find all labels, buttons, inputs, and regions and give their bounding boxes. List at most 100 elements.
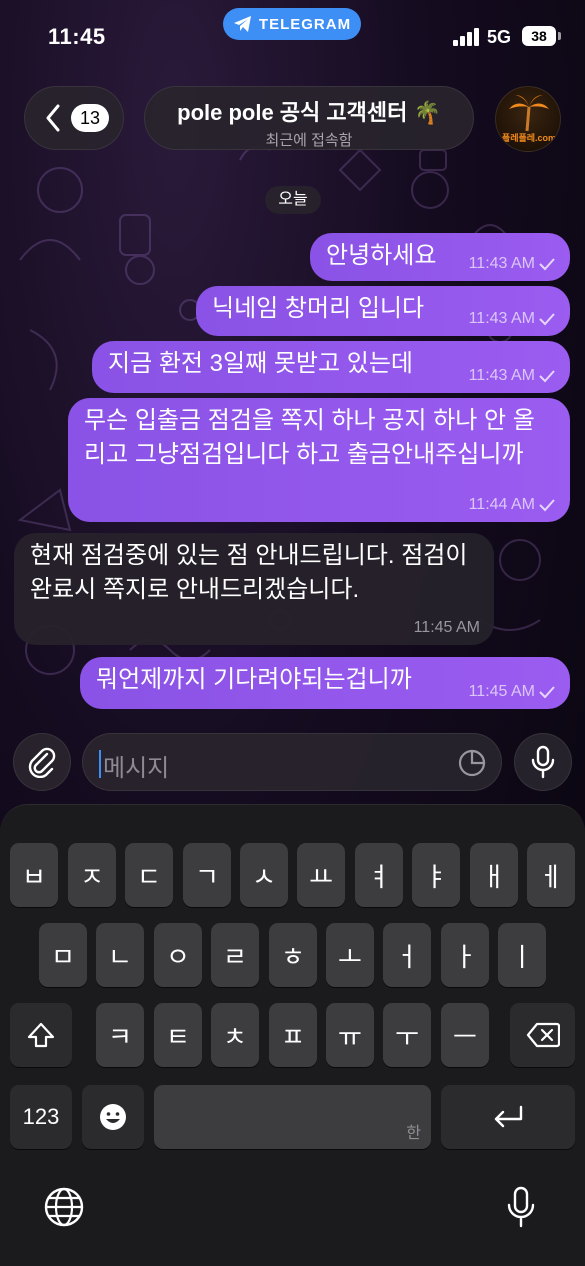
message-meta: 11:43 AM	[469, 367, 556, 385]
key[interactable]: ㄹ	[211, 923, 259, 987]
key-label: ㅡ	[453, 1021, 477, 1052]
key[interactable]: ㅈ	[68, 843, 116, 907]
key[interactable]: ㅕ	[355, 843, 403, 907]
sticker-icon[interactable]	[457, 748, 487, 778]
return-key[interactable]	[441, 1085, 575, 1149]
key-label: ㅊ	[223, 1021, 247, 1052]
key-label: ㅁ	[51, 941, 75, 972]
key[interactable]: ㅇ	[154, 923, 202, 987]
key[interactable]: ㅑ	[412, 843, 460, 907]
message-time: 11:45 AM	[468, 683, 535, 700]
key[interactable]: ㅡ	[441, 1003, 489, 1067]
chat-title-header[interactable]: pole pole 공식 고객센터 🌴 최근에 접속함	[144, 86, 474, 150]
microphone-icon	[531, 745, 555, 779]
key-label: ㅍ	[281, 1021, 305, 1052]
message-text: 현재 점검중에 있는 점 안내드립니다. 점검이 완료시 쪽지로 안내드리겠습니…	[30, 542, 468, 603]
network-type: 5G	[487, 27, 512, 47]
key[interactable]: ㅓ	[383, 923, 431, 987]
key[interactable]: ㄱ	[183, 843, 231, 907]
key[interactable]: ㅐ	[470, 843, 518, 907]
message-text: 뭐언제까지 기다려야되는겁니까	[96, 666, 412, 693]
chat-avatar[interactable]: 폴레폴레.com	[495, 86, 561, 152]
cell-signal-icon	[453, 28, 481, 46]
space-key[interactable]: 한	[154, 1085, 431, 1149]
date-separator: 오늘	[265, 186, 321, 214]
key-label: ㅛ	[309, 861, 333, 892]
chat-name: pole pole 공식 고객센터 🌴	[177, 100, 441, 125]
key-label: ㄹ	[223, 941, 247, 972]
microphone-icon	[507, 1186, 535, 1228]
message-time: 11:43 AM	[468, 367, 535, 384]
status-bar: 11:45 TELEGRAM 5G 38	[0, 0, 585, 70]
key[interactable]: ㄴ	[96, 923, 144, 987]
dictation-button[interactable]	[497, 1181, 545, 1233]
key-label: ㅋ	[108, 1021, 132, 1052]
key[interactable]: ㅏ	[441, 923, 489, 987]
message-time: 11:44 AM	[468, 496, 535, 513]
message-bubble-outgoing[interactable]: 안녕하세요 11:43 AM	[310, 233, 570, 281]
key-label: ㄴ	[108, 941, 132, 972]
unread-count-badge: 13	[71, 104, 109, 132]
key[interactable]: ㅌ	[154, 1003, 202, 1067]
key[interactable]: ㅛ	[297, 843, 345, 907]
read-check-icon	[539, 370, 555, 383]
key-label: ㅠ	[338, 1021, 362, 1052]
key-label: ㅏ	[453, 941, 477, 972]
delete-key[interactable]	[510, 1003, 575, 1067]
attach-button[interactable]	[13, 733, 71, 791]
message-text: 무슨 입출금 점검을 쪽지 하나 공지 하나 안 올리고 그냥점검입니다 하고 …	[84, 407, 535, 468]
key-label: ㅣ	[510, 941, 534, 972]
message-input[interactable]: 메시지	[82, 733, 502, 791]
key[interactable]: ㅔ	[527, 843, 575, 907]
text-caret	[99, 750, 101, 778]
telegram-return-pill[interactable]: TELEGRAM	[223, 8, 361, 40]
numbers-key[interactable]: 123	[10, 1085, 72, 1149]
read-check-icon	[539, 258, 555, 271]
key[interactable]: ㅅ	[240, 843, 288, 907]
shift-arrow-icon	[27, 1022, 55, 1048]
key-label: ㅅ	[252, 861, 276, 892]
key[interactable]: ㅍ	[269, 1003, 317, 1067]
message-bubble-outgoing[interactable]: 뭐언제까지 기다려야되는겁니까 11:45 AM	[80, 657, 570, 709]
key[interactable]: ㄷ	[125, 843, 173, 907]
key[interactable]: ㅎ	[269, 923, 317, 987]
message-bubble-outgoing[interactable]: 무슨 입출금 점검을 쪽지 하나 공지 하나 안 올리고 그냥점검입니다 하고 …	[68, 398, 570, 522]
back-button[interactable]: 13	[24, 86, 124, 150]
emoji-key[interactable]	[82, 1085, 144, 1149]
key-label: ㅑ	[424, 861, 448, 892]
key[interactable]: ㅋ	[96, 1003, 144, 1067]
chevron-left-icon	[46, 104, 60, 132]
voice-message-button[interactable]	[514, 733, 572, 791]
key-label: ㅈ	[80, 861, 104, 892]
key[interactable]: ㅣ	[498, 923, 546, 987]
battery-icon: 38	[522, 26, 561, 46]
emoji-icon	[100, 1104, 126, 1130]
paperclip-icon	[28, 747, 56, 778]
key-label: ㅎ	[281, 941, 305, 972]
status-time: 11:45	[48, 24, 106, 49]
avatar-logo-text: 폴레폴레.com	[501, 133, 557, 143]
key-label: ㄷ	[137, 861, 161, 892]
shift-key[interactable]	[10, 1003, 72, 1067]
message-time: 11:45 AM	[413, 619, 480, 636]
key[interactable]: ㅁ	[39, 923, 87, 987]
telegram-plane-icon	[233, 16, 251, 32]
key-label: ㅐ	[482, 861, 506, 892]
key[interactable]: ㅜ	[383, 1003, 431, 1067]
message-input-placeholder: 메시지	[103, 755, 170, 782]
message-text: 안녕하세요	[326, 242, 437, 269]
message-bubble-incoming[interactable]: 현재 점검중에 있는 점 안내드립니다. 점검이 완료시 쪽지로 안내드리겠습니…	[14, 533, 494, 645]
message-meta: 11:45 AM	[414, 619, 480, 637]
message-bubble-outgoing[interactable]: 닉네임 창머리 입니다 11:43 AM	[196, 286, 570, 336]
message-meta: 11:43 AM	[469, 255, 556, 273]
key-label: ㅌ	[166, 1021, 190, 1052]
key[interactable]: ㅠ	[326, 1003, 374, 1067]
key-label: ㅂ	[22, 861, 46, 892]
key[interactable]: ㅊ	[211, 1003, 259, 1067]
key[interactable]: ㅗ	[326, 923, 374, 987]
language-switch-button[interactable]	[40, 1183, 88, 1231]
message-bubble-outgoing[interactable]: 지금 환전 3일째 못받고 있는데 11:43 AM	[92, 341, 570, 393]
message-text: 지금 환전 3일째 못받고 있는데	[108, 350, 413, 377]
key-label: ㅜ	[395, 1021, 419, 1052]
key[interactable]: ㅂ	[10, 843, 58, 907]
